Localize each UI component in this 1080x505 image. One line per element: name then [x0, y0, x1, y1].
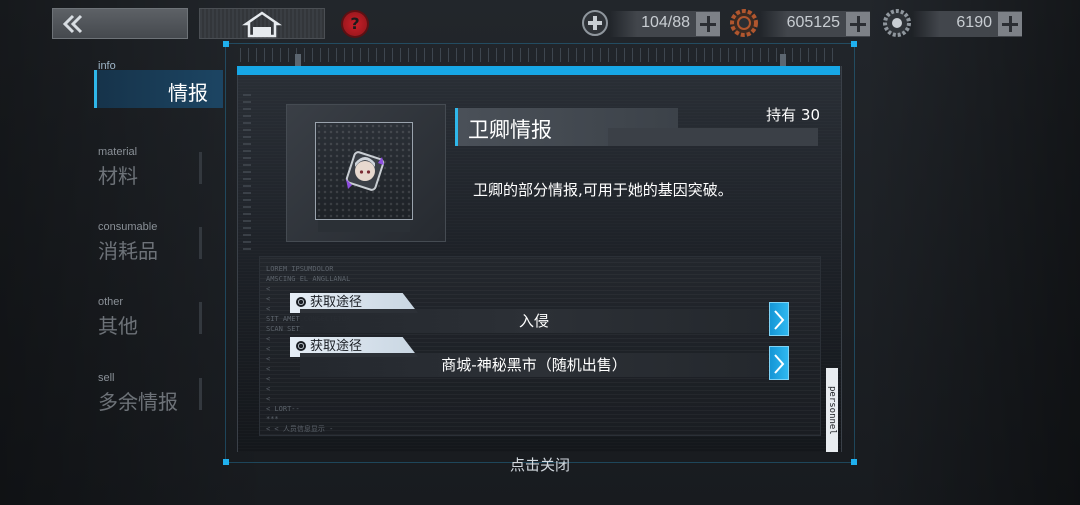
frame-corner: [223, 41, 229, 47]
add-crystals-button[interactable]: [998, 12, 1022, 36]
dialog-accent-bar: [237, 66, 840, 75]
tab-en-label: consumable: [98, 221, 158, 233]
tab-label: 其他: [98, 314, 138, 338]
help-button[interactable]: ?: [343, 12, 367, 36]
tab-label: 多余情报: [98, 390, 178, 414]
ruler-decoration: [240, 48, 840, 62]
title-bar-extension: [608, 128, 818, 146]
tab-material[interactable]: material 材料: [90, 146, 220, 188]
tab-en-label: other: [98, 296, 124, 308]
source-label-text: 获取途径: [310, 295, 363, 310]
go-to-source-button[interactable]: [769, 346, 789, 380]
tab-info[interactable]: info 情报: [90, 60, 223, 108]
tab-divider: [199, 302, 202, 334]
tab-label: 消耗品: [98, 239, 158, 263]
source-row-black-market[interactable]: 商城-神秘黑市（随机出售）: [300, 353, 768, 377]
medkit-plus-icon: [580, 8, 610, 38]
item-icon-base: [318, 220, 410, 232]
tab-label: 材料: [98, 164, 138, 188]
owned-count: 持有 30: [766, 106, 820, 124]
tab-en-label: sell: [98, 372, 115, 384]
source-value: 商城-神秘黑市（随机出售）: [441, 356, 627, 374]
personnel-side-tag: personnel: [826, 368, 838, 452]
home-button[interactable]: [199, 8, 325, 39]
tab-divider: [199, 227, 202, 259]
gear-coin-icon: [729, 8, 759, 38]
tab-label: 情报: [168, 81, 208, 105]
item-icon-card: [315, 122, 413, 220]
bullet-icon: [296, 297, 306, 307]
tab-consumable[interactable]: consumable 消耗品: [90, 221, 220, 263]
back-button[interactable]: [52, 8, 188, 39]
frame-corner: [851, 41, 857, 47]
add-stamina-button[interactable]: [696, 12, 720, 36]
tap-to-close-hint[interactable]: 点击关闭: [0, 454, 1080, 475]
question-icon: ?: [350, 14, 360, 33]
source-value: 入侵: [518, 312, 549, 330]
tab-en-label: material: [98, 146, 138, 158]
source-label-text: 获取途径: [310, 339, 363, 354]
bullet-icon: [296, 341, 306, 351]
top-bar: ? 104/88 605125 6190: [0, 0, 1080, 46]
crystals-value: 6190: [956, 14, 992, 31]
go-to-source-button[interactable]: [769, 302, 789, 336]
crystal-gear-icon: [882, 8, 912, 38]
resource-stamina: 104/88: [610, 11, 720, 37]
tab-en-label: info: [98, 60, 116, 72]
resource-crystals: 6190: [912, 11, 1022, 37]
item-description: 卫卿的部分情报,可用于她的基因突破。: [473, 181, 733, 199]
tab-other[interactable]: other 其他: [90, 296, 220, 338]
source-row-invasion[interactable]: 入侵: [300, 309, 768, 333]
tab-sell[interactable]: sell 多余情报: [90, 372, 220, 414]
tab-divider: [199, 378, 202, 410]
stamina-value: 104/88: [641, 14, 690, 31]
add-coins-button[interactable]: [846, 12, 870, 36]
item-title: 卫卿情报: [468, 118, 552, 142]
tab-divider: [199, 152, 202, 184]
resource-coins: 605125: [760, 11, 870, 37]
side-stripe-decoration: [243, 90, 251, 250]
coins-value: 605125: [786, 14, 840, 31]
